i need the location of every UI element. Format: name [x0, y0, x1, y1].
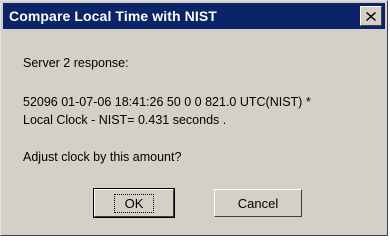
close-button[interactable] — [360, 6, 382, 26]
cancel-button[interactable]: Cancel — [214, 189, 302, 217]
title-bar[interactable]: Compare Local Time with NIST — [3, 3, 385, 29]
dialog-window: Compare Local Time with NIST Server 2 re… — [0, 0, 388, 236]
clock-offset-line: Local Clock - NIST= 0.431 seconds . — [23, 113, 227, 127]
ok-button[interactable]: OK — [93, 188, 175, 218]
ok-button-label: OK — [113, 193, 155, 213]
adjust-question: Adjust clock by this amount? — [23, 150, 182, 164]
nist-response-line: 52096 01-07-06 18:41:26 50 0 0 821.0 UTC… — [23, 95, 311, 109]
server-response-heading: Server 2 response: — [23, 56, 129, 70]
close-icon — [366, 11, 376, 21]
window-title: Compare Local Time with NIST — [9, 8, 217, 24]
cancel-button-label: Cancel — [237, 195, 279, 211]
